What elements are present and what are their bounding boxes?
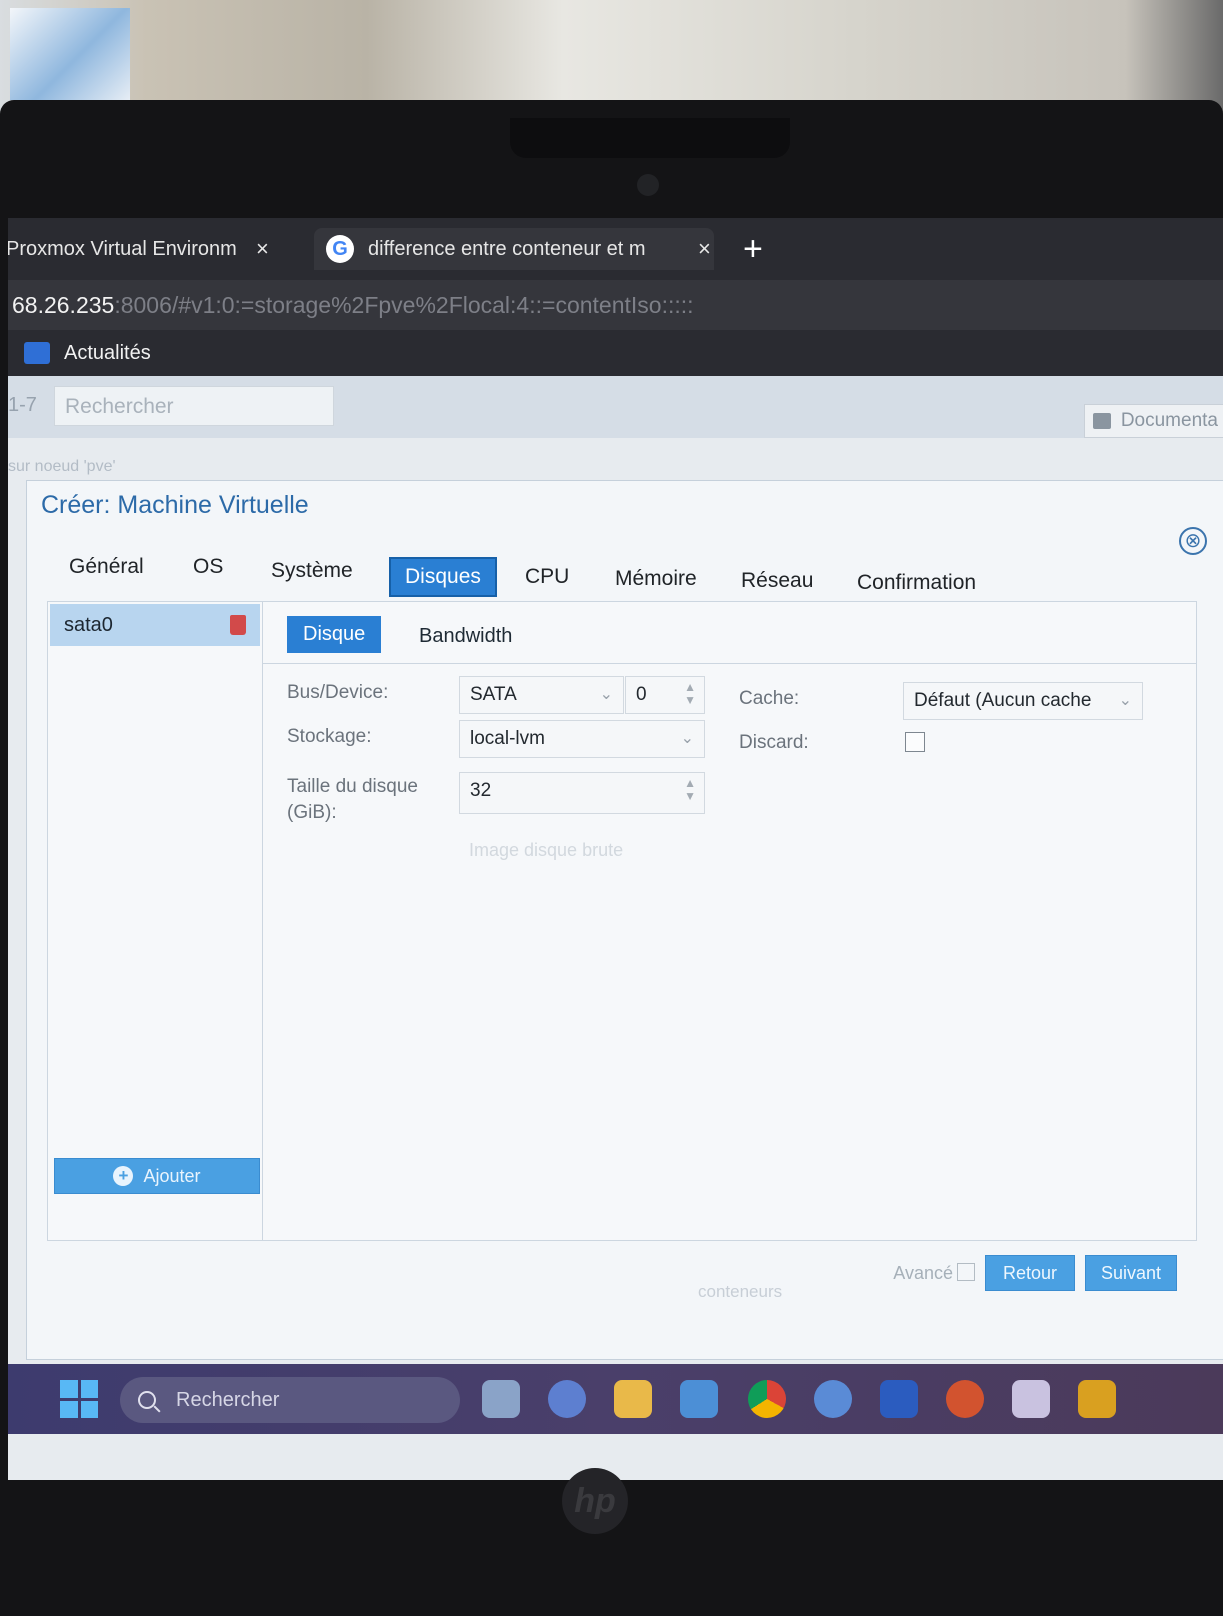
tab-bandwidth[interactable]: Bandwidth [403, 618, 528, 655]
close-icon[interactable]: × [698, 236, 711, 262]
disk-size-unit-label: (GiB): [287, 802, 337, 823]
disk-size-label: Taille du disque [287, 776, 418, 797]
add-disk-button[interactable]: + Ajouter [54, 1158, 260, 1194]
filezilla-icon[interactable] [1078, 1380, 1116, 1418]
webcam-housing [510, 118, 790, 158]
discard-checkbox[interactable] [905, 732, 925, 752]
chevron-down-icon: ⌄ [599, 686, 613, 703]
bus-value: SATA [470, 684, 517, 705]
url-path: :8006/#v1:0:=storage%2Fpve%2Flocal:4::=c… [114, 291, 694, 318]
browser-tab-bar: Proxmox Virtual Environm × G difference … [8, 218, 1223, 280]
device-value: 0 [636, 684, 647, 705]
next-button[interactable]: Suivant [1085, 1255, 1177, 1291]
disk-subtabs: Disque Bandwidth [263, 602, 1196, 664]
add-label: Ajouter [143, 1165, 201, 1186]
word-icon[interactable] [880, 1380, 918, 1418]
tab-google-search[interactable]: G difference entre conteneur et m × [314, 228, 714, 270]
windows-start-icon[interactable] [60, 1380, 98, 1418]
taskbar-search[interactable]: Rechercher [120, 1377, 460, 1423]
new-tab-button[interactable]: + [743, 232, 763, 266]
room-window [10, 8, 130, 100]
store-icon[interactable] [680, 1380, 718, 1418]
disks-panel: sata0 + Ajouter Disque Bandwidth Bus/Dev… [47, 601, 1197, 1241]
disk-size-input[interactable]: 32 ▲ ▼ [459, 772, 705, 814]
tab-os[interactable]: OS [179, 549, 237, 585]
create-vm-dialog: Créer: Machine Virtuelle ⊗ Général OS Sy… [26, 480, 1223, 1360]
tab-cpu[interactable]: CPU [511, 559, 583, 595]
cache-label: Cache: [739, 688, 800, 709]
tab-systeme[interactable]: Système [257, 553, 367, 589]
storage-select[interactable]: local-lvm ⌄ [459, 720, 705, 758]
tab-reseau[interactable]: Réseau [727, 563, 827, 599]
tab-title: difference entre conteneur et m [368, 237, 646, 260]
laptop-screen: Proxmox Virtual Environm × G difference … [8, 218, 1223, 1480]
widgets-icon[interactable] [482, 1380, 520, 1418]
pve-header: 1-7 Rechercher Documenta [8, 376, 1223, 438]
storage-label: Stockage: [287, 726, 372, 747]
spinner-arrows-icon[interactable]: ▲ ▼ [684, 681, 696, 707]
bus-select[interactable]: SATA ⌄ [459, 676, 624, 714]
bookmark-actualites[interactable]: Actualités [64, 342, 151, 365]
device-number-spinner[interactable]: 0 ▲ ▼ [625, 676, 705, 714]
settings-icon[interactable] [814, 1380, 852, 1418]
disk-item-label: sata0 [64, 613, 113, 636]
dialog-title: Créer: Machine Virtuelle [41, 491, 309, 519]
hp-logo: hp [562, 1468, 628, 1534]
spinner-arrows-icon[interactable]: ▲ ▼ [684, 777, 696, 803]
pve-search-input[interactable]: Rechercher [54, 386, 334, 426]
tab-confirmation[interactable]: Confirmation [843, 565, 990, 601]
windows-taskbar: Rechercher [8, 1364, 1223, 1434]
node-crumb: sur noeud 'pve' [8, 458, 116, 475]
chevron-down-icon: ⌄ [680, 730, 694, 747]
tab-proxmox[interactable]: Proxmox Virtual Environm × [8, 228, 304, 270]
format-hint: Image disque brute [469, 840, 624, 860]
wizard-tabs: Général OS Système Disques CPU Mémoire R… [27, 539, 1223, 597]
snipping-icon[interactable] [1012, 1380, 1050, 1418]
address-bar[interactable]: 68.26.235 :8006/#v1:0:=storage%2Fpve%2Fl… [8, 280, 1223, 330]
documentation-button[interactable]: Documenta [1083, 404, 1223, 438]
pve-version: 1-7 [8, 394, 37, 416]
disk-form: Bus/Device: SATA ⌄ 0 ▲ ▼ Stockage: local-… [263, 664, 1196, 1240]
chevron-down-icon: ⌄ [1118, 692, 1132, 709]
tab-title: Proxmox Virtual Environm [8, 237, 236, 260]
plus-circle-icon: + [113, 1166, 134, 1186]
cache-select[interactable]: Défaut (Aucun cache ⌄ [903, 682, 1143, 720]
search-icon [138, 1391, 156, 1409]
chat-icon[interactable] [548, 1380, 586, 1418]
disk-list: sata0 + Ajouter [48, 602, 263, 1240]
discard-label: Discard: [739, 732, 809, 753]
documentation-label: Documenta [1120, 410, 1218, 431]
news-icon [24, 342, 50, 364]
storage-value: local-lvm [470, 728, 545, 749]
webcam [637, 174, 659, 196]
book-icon [1092, 413, 1111, 429]
back-button[interactable]: Retour [985, 1255, 1075, 1291]
tab-memoire[interactable]: Mémoire [601, 561, 711, 597]
background-page-text: conteneurs [698, 1282, 783, 1301]
tab-general[interactable]: Général [55, 549, 158, 585]
disk-size-value: 32 [470, 780, 492, 801]
google-icon: G [326, 235, 354, 263]
tab-disques[interactable]: Disques [389, 557, 497, 597]
url-host: 68.26.235 [12, 291, 115, 318]
bus-device-label: Bus/Device: [287, 682, 389, 703]
powerpoint-icon[interactable] [946, 1380, 984, 1418]
bookmarks-bar: Actualités [8, 330, 1223, 376]
trash-icon[interactable] [230, 615, 246, 635]
advanced-checkbox[interactable] [957, 1263, 975, 1281]
file-explorer-icon[interactable] [614, 1380, 652, 1418]
tab-disque[interactable]: Disque [287, 616, 382, 653]
cache-value: Défaut (Aucun cache [914, 690, 1092, 711]
dialog-footer: Avancé Retour Suivant [27, 1251, 1223, 1301]
advanced-label: Avancé [893, 1263, 953, 1283]
taskbar-search-label: Rechercher [176, 1388, 280, 1411]
chrome-icon[interactable] [748, 1380, 786, 1418]
close-icon[interactable]: × [256, 236, 269, 262]
disk-item-sata0[interactable]: sata0 [50, 604, 260, 646]
